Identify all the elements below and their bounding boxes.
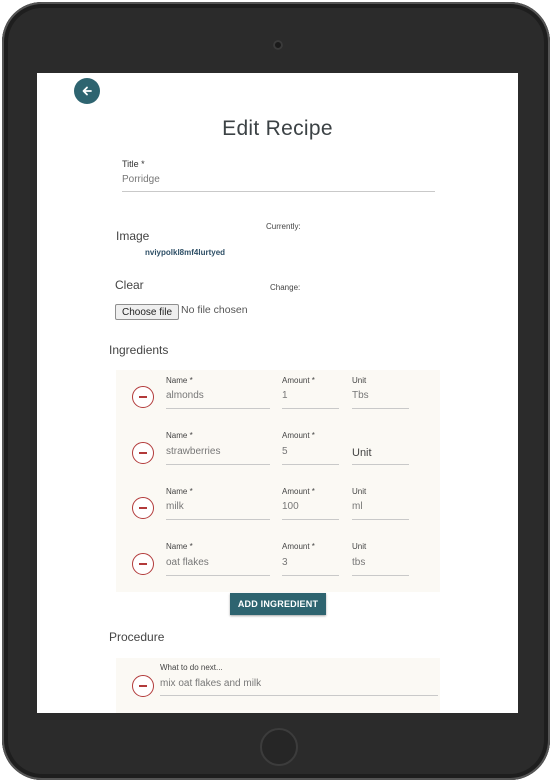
ingredient-unit-label: Unit (352, 542, 367, 551)
ingredient-name-label: Name * (166, 542, 193, 551)
ingredient-unit-input[interactable]: Tbs (352, 390, 369, 401)
amount-underline (282, 464, 339, 465)
procedure-heading: Procedure (109, 630, 165, 644)
name-underline (166, 408, 270, 409)
title-underline (122, 191, 435, 192)
ingredient-unit-placeholder[interactable]: Unit (352, 447, 372, 459)
remove-ingredient-button[interactable] (132, 497, 154, 519)
unit-underline (352, 519, 409, 520)
ingredient-name-input[interactable]: milk (166, 501, 184, 512)
ingredient-unit-label: Unit (352, 376, 367, 385)
amount-underline (282, 519, 339, 520)
ingredient-amount-label: Amount * (282, 487, 315, 496)
ingredient-unit-label: Unit (352, 487, 367, 496)
ingredient-name-label: Name * (166, 487, 193, 496)
ingredient-amount-label: Amount * (282, 376, 315, 385)
remove-ingredient-button[interactable] (132, 553, 154, 575)
currently-label: Currently: (266, 222, 301, 231)
ingredients-panel (116, 370, 440, 592)
minus-icon (139, 452, 147, 454)
remove-step-button[interactable] (132, 675, 154, 697)
name-underline (166, 464, 270, 465)
minus-icon (139, 563, 147, 565)
amount-underline (282, 575, 339, 576)
step-underline (160, 695, 438, 696)
ingredient-name-input[interactable]: almonds (166, 390, 204, 401)
ingredient-amount-input[interactable]: 3 (282, 557, 288, 568)
tablet-frame: Edit Recipe Title * Porridge Currently: … (2, 2, 550, 780)
title-input[interactable]: Porridge (122, 174, 160, 185)
minus-icon (139, 685, 147, 687)
ingredient-amount-input[interactable]: 1 (282, 390, 288, 401)
arrow-left-icon (82, 86, 92, 96)
camera-icon (273, 40, 283, 50)
title-label: Title * (122, 159, 145, 169)
no-file-text: No file chosen (181, 304, 248, 316)
ingredient-unit-input[interactable]: tbs (352, 557, 365, 568)
amount-underline (282, 408, 339, 409)
ingredient-name-label: Name * (166, 431, 193, 440)
screen: Edit Recipe Title * Porridge Currently: … (37, 73, 518, 713)
page-title: Edit Recipe (222, 117, 333, 140)
ingredients-heading: Ingredients (109, 343, 169, 357)
home-button[interactable] (260, 728, 298, 766)
image-label: Image (116, 229, 150, 243)
ingredient-amount-input[interactable]: 100 (282, 501, 299, 512)
procedure-step-input[interactable]: mix oat flakes and milk (160, 678, 261, 689)
ingredient-unit-input[interactable]: ml (352, 501, 363, 512)
ingredient-name-input[interactable]: oat flakes (166, 557, 209, 568)
ingredient-name-input[interactable]: strawberries (166, 446, 220, 457)
minus-icon (139, 396, 147, 398)
ingredient-name-label: Name * (166, 376, 193, 385)
ingredient-amount-label: Amount * (282, 542, 315, 551)
minus-icon (139, 507, 147, 509)
remove-ingredient-button[interactable] (132, 386, 154, 408)
change-label: Change: (270, 283, 301, 292)
name-underline (166, 519, 270, 520)
add-ingredient-button[interactable]: ADD INGREDIENT (230, 593, 326, 615)
choose-file-button[interactable]: Choose file (115, 304, 179, 320)
back-button[interactable] (74, 78, 100, 104)
clear-label: Clear (115, 278, 144, 292)
unit-underline (352, 408, 409, 409)
name-underline (166, 575, 270, 576)
current-image-link[interactable]: nviypolkl8mf4lurtyed (145, 248, 225, 257)
unit-underline (352, 464, 409, 465)
ingredient-amount-input[interactable]: 5 (282, 446, 288, 457)
ingredient-amount-label: Amount * (282, 431, 315, 440)
remove-ingredient-button[interactable] (132, 442, 154, 464)
unit-underline (352, 575, 409, 576)
procedure-step-label: What to do next... (160, 663, 223, 672)
